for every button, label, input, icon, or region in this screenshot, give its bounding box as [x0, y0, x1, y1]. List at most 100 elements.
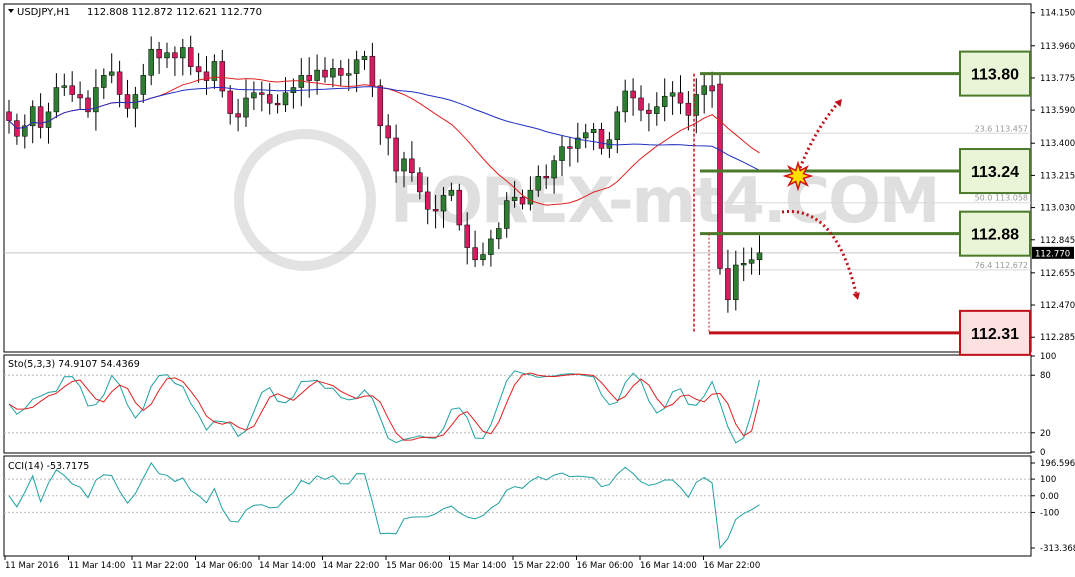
candle-body [748, 259, 755, 264]
level-box-label: 112.31 [971, 326, 1019, 343]
cci-tick-label: -100 [1040, 508, 1059, 518]
stoch-tick-label: 100 [1040, 352, 1056, 362]
time-tick-label: 11 Mar 22:00 [132, 561, 189, 571]
time-tick-label: 16 Mar 22:00 [704, 561, 761, 571]
candle-body [401, 158, 407, 172]
candle-body [717, 83, 723, 269]
candle-body [172, 52, 178, 59]
candle-body [472, 247, 478, 261]
candle-body [527, 189, 534, 205]
candle-body [409, 158, 415, 174]
candle-body [124, 94, 131, 109]
time-tick-label: 15 Mar 14:00 [450, 561, 507, 571]
time-tick-label: 16 Mar 06:00 [577, 561, 634, 571]
candle-body [503, 200, 510, 229]
candle-body [677, 92, 684, 104]
candle-body [219, 61, 226, 92]
ohlc-label: 112.808 112.872 112.621 112.770 [87, 7, 262, 18]
candle-body [440, 195, 447, 212]
candle-body [685, 102, 692, 116]
burst-icon [782, 160, 814, 192]
price-tick-label: 113.215 [1040, 171, 1075, 181]
candle-body [417, 172, 423, 193]
candle-body [314, 69, 320, 81]
candle-body [243, 97, 249, 118]
cci-tick-label: -313.368 [1040, 544, 1075, 554]
time-tick-label: 15 Mar 22:00 [513, 561, 570, 571]
level-box: 112.88 [959, 210, 1031, 257]
stoch-tick-label: 0 [1040, 448, 1045, 458]
price-tick-label: 112.845 [1040, 236, 1075, 246]
fib-label: 23.6 113.457 [975, 124, 1028, 133]
candle-body [274, 102, 281, 106]
level-box-label: 112.88 [971, 227, 1019, 244]
candle-body [306, 75, 312, 81]
candle-body [53, 87, 60, 113]
candle-body [424, 191, 431, 210]
candle-body [259, 92, 265, 95]
candle-body [180, 47, 186, 59]
candle-body [61, 85, 68, 88]
candle-body [519, 196, 526, 205]
candle-body [701, 85, 707, 95]
candle-body [330, 68, 336, 78]
cci-tick-label: 0.00 [1040, 492, 1059, 502]
cci-label: CCI(14) -53.7175 [8, 461, 89, 472]
candle-body [101, 75, 107, 88]
candle-body [353, 59, 360, 74]
candle-body [393, 137, 399, 172]
price-tick-label: 113.960 [1040, 42, 1075, 52]
watermark-text: FOREX-mt4.COM [390, 164, 938, 237]
candle-body [630, 90, 636, 99]
candle-body [187, 47, 194, 67]
candle-body [740, 263, 747, 266]
symbol-label: USDJPY,H1 [17, 7, 70, 18]
price-tick-label: 112.285 [1040, 333, 1075, 343]
candle-body [148, 48, 154, 76]
fib-label: 50.0 113.058 [975, 194, 1028, 203]
symbol-header: USDJPY,H1 112.808 112.872 112.621 112.77… [8, 7, 262, 18]
price-tick-label: 113.400 [1040, 139, 1075, 149]
candle-body [432, 209, 439, 212]
candle-body [590, 129, 597, 134]
price-tick-label: 113.775 [1040, 74, 1075, 84]
candle-body [108, 71, 115, 76]
price-tick-label: 112.470 [1040, 301, 1075, 311]
time-axis: 11 Mar 2016 11 Mar 14:00 11 Mar 22:00 14 Ma… [4, 556, 761, 571]
candle-body [156, 48, 162, 59]
time-tick-label: 16 Mar 14:00 [640, 561, 697, 571]
stoch-tick-label: 80 [1040, 371, 1051, 381]
price-tick-label: 112.655 [1040, 269, 1075, 279]
time-tick-label: 14 Mar 22:00 [323, 561, 380, 571]
candle-body [45, 111, 52, 128]
price-axis: 114.150 113.960 113.775 113.590 113.400 113.2… [1031, 9, 1075, 343]
candle-body [582, 132, 589, 139]
candle-body [195, 66, 202, 73]
candle-body [733, 264, 739, 301]
stochastic-label: Sto(5,3,3) 74.9107 54.4369 [8, 359, 140, 370]
candle-body [69, 85, 75, 95]
candle-body [480, 254, 486, 261]
cci-tick-label: 100 [1040, 475, 1056, 485]
candle-body [464, 224, 470, 248]
candle-body [567, 146, 573, 149]
candle-body [511, 196, 518, 201]
candle-body [535, 176, 542, 191]
chart-svg: FOREX-mt4.COM 23.6 113.457 50.0 113.058 76… [3, 3, 1075, 571]
candle-body [543, 176, 549, 179]
candle-body [646, 109, 652, 114]
candle-body [496, 228, 502, 240]
candle-body [235, 113, 241, 118]
candle-body [661, 95, 668, 107]
candle-body [598, 129, 605, 149]
candle-body [638, 97, 644, 111]
time-tick-label: 15 Mar 06:00 [386, 561, 443, 571]
candle-body [132, 94, 139, 109]
current-price-label: 112.770 [1035, 249, 1070, 259]
time-tick-label: 14 Mar 14:00 [259, 561, 316, 571]
candle-body [140, 75, 147, 95]
stoch-tick-label: 20 [1040, 429, 1051, 439]
level-box: 113.80 [959, 50, 1031, 97]
candle-body [559, 146, 565, 161]
candle-body [77, 94, 83, 99]
